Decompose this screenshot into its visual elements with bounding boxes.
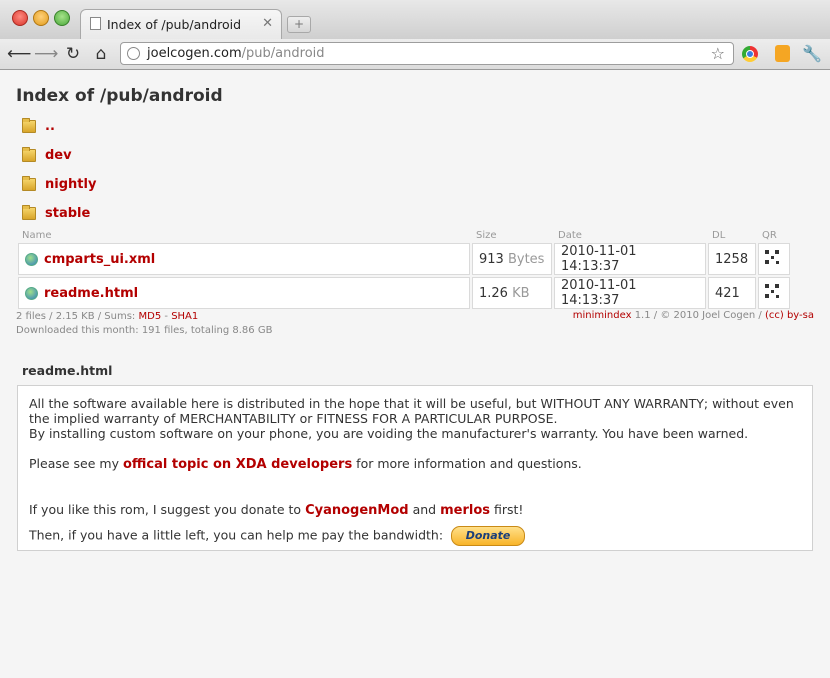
file-size: 913: [479, 251, 504, 267]
page-icon: [90, 17, 101, 30]
readme-content: All the software available here is distr…: [17, 385, 813, 551]
file-name-cell: cmparts_ui.xml: [18, 243, 470, 275]
directory-link-dev[interactable]: dev: [45, 148, 72, 163]
bandwidth-text: Then, if you have a little left, you can…: [29, 527, 444, 543]
readme-heading: readme.html: [22, 363, 113, 378]
chrome-extension-icon[interactable]: [742, 46, 758, 62]
file-icon: [25, 286, 38, 300]
page-title: Index of /pub/android: [16, 86, 223, 106]
minimindex-link[interactable]: minimindex: [573, 310, 632, 321]
column-header-name: Name: [22, 229, 52, 241]
file-size-cell: 913 Bytes: [472, 243, 552, 275]
listing-summary: 2 files / 2.15 KB / Sums: MD5 - SHA1 Dow…: [16, 310, 272, 338]
credit-text: 1.1 / © 2010 Joel Cogen /: [634, 310, 762, 321]
file-date-cell: 2010-11-01 14:13:37: [554, 243, 706, 275]
qr-cell[interactable]: [758, 277, 790, 309]
tab-title: Index of /pub/android: [107, 17, 242, 32]
home-icon[interactable]: ⌂: [91, 44, 111, 64]
reload-icon[interactable]: ↻: [63, 44, 83, 64]
globe-icon: [127, 47, 140, 60]
page-content: Index of /pub/android .. dev nightly sta…: [0, 70, 830, 678]
folder-icon: [22, 147, 36, 162]
file-size-cell: 1.26 KB: [472, 277, 552, 309]
qr-code-icon[interactable]: [765, 284, 779, 298]
table-row: readme.html 1.26 KB 2010-11-01 14:13:37 …: [18, 277, 790, 309]
cyanogenmod-link[interactable]: CyanogenMod: [305, 503, 409, 518]
directory-link-stable[interactable]: stable: [45, 206, 90, 221]
table-row: cmparts_ui.xml 913 Bytes 2010-11-01 14:1…: [18, 243, 790, 275]
sha1-link[interactable]: SHA1: [171, 311, 198, 322]
file-size: 1.26: [479, 285, 508, 301]
directory-link-nightly[interactable]: nightly: [45, 177, 96, 192]
file-icon: [25, 252, 38, 266]
new-tab-button[interactable]: +: [287, 16, 311, 33]
qr-cell[interactable]: [758, 243, 790, 275]
title-bar: Index of /pub/android ✕ +: [0, 0, 830, 40]
topic-prefix: Please see my: [29, 456, 119, 471]
column-header-dl: DL: [712, 229, 726, 241]
browser-window: Index of /pub/android ✕ + ⟵ ⟶ ↻ ⌂ joelco…: [0, 0, 830, 678]
qr-code-icon[interactable]: [765, 250, 779, 264]
tab-close-icon[interactable]: ✕: [262, 16, 273, 31]
bookmark-star-icon[interactable]: ☆: [711, 44, 725, 63]
donate-suffix: first!: [494, 502, 524, 517]
url-host: joelcogen.com: [147, 46, 242, 61]
donate-paragraph: If you like this rom, I suggest you dona…: [29, 502, 801, 518]
license-link[interactable]: (cc) by-sa: [765, 310, 814, 321]
donate-prefix: If you like this rom, I suggest you dona…: [29, 502, 302, 517]
wrench-menu-icon[interactable]: 🔧: [802, 44, 822, 63]
browser-toolbar: ⟵ ⟶ ↻ ⌂ joelcogen.com/pub/android ☆ 🔧: [0, 39, 830, 70]
folder-icon: [22, 205, 36, 220]
warranty-text: All the software available here is distr…: [29, 396, 794, 426]
bandwidth-paragraph: Then, if you have a little left, you can…: [29, 526, 801, 546]
back-arrow-icon[interactable]: ⟵: [7, 44, 31, 64]
file-downloads-cell: 1258: [708, 243, 756, 275]
topic-suffix: for more information and questions.: [356, 456, 582, 471]
extension-icon[interactable]: [775, 45, 790, 62]
zoom-window-button[interactable]: [54, 10, 70, 26]
summary-text: 2 files / 2.15 KB / Sums:: [16, 311, 136, 322]
column-header-size: Size: [476, 229, 497, 241]
column-header-date: Date: [558, 229, 582, 241]
folder-icon: [22, 118, 36, 133]
column-header-qr: QR: [762, 229, 777, 241]
separator: -: [164, 311, 168, 322]
md5-link[interactable]: MD5: [139, 311, 162, 322]
donate-and: and: [412, 502, 437, 517]
warning-text: By installing custom software on your ph…: [29, 426, 749, 441]
file-size-unit: KB: [512, 285, 530, 301]
merlos-link[interactable]: merlos: [440, 503, 490, 518]
url-text[interactable]: joelcogen.com/pub/android: [147, 46, 325, 61]
file-name-cell: readme.html: [18, 277, 470, 309]
url-path: /pub/android: [241, 46, 325, 61]
folder-icon: [22, 176, 36, 191]
tab-active[interactable]: Index of /pub/android ✕: [80, 9, 282, 39]
directory-link-parent[interactable]: ..: [45, 119, 55, 134]
downloads-summary: Downloaded this month: 191 files, totali…: [16, 325, 273, 336]
xda-topic-link[interactable]: offical topic on XDA developers: [123, 457, 352, 472]
file-size-unit: Bytes: [507, 251, 545, 267]
file-link[interactable]: cmparts_ui.xml: [44, 252, 155, 267]
file-link[interactable]: readme.html: [44, 286, 138, 301]
forward-arrow-icon[interactable]: ⟶: [34, 44, 58, 64]
topic-paragraph: Please see my offical topic on XDA devel…: [29, 456, 801, 472]
address-bar[interactable]: joelcogen.com/pub/android ☆: [120, 42, 734, 65]
close-window-button[interactable]: [12, 10, 28, 26]
donate-button[interactable]: Donate: [451, 526, 526, 546]
minimize-window-button[interactable]: [33, 10, 49, 26]
file-table: Name Size Date DL QR cmparts_ui.xml 913 …: [16, 227, 792, 311]
file-downloads-cell: 421: [708, 277, 756, 309]
file-date-cell: 2010-11-01 14:13:37: [554, 277, 706, 309]
credit-line: minimindex 1.1 / © 2010 Joel Cogen / (cc…: [573, 310, 814, 321]
